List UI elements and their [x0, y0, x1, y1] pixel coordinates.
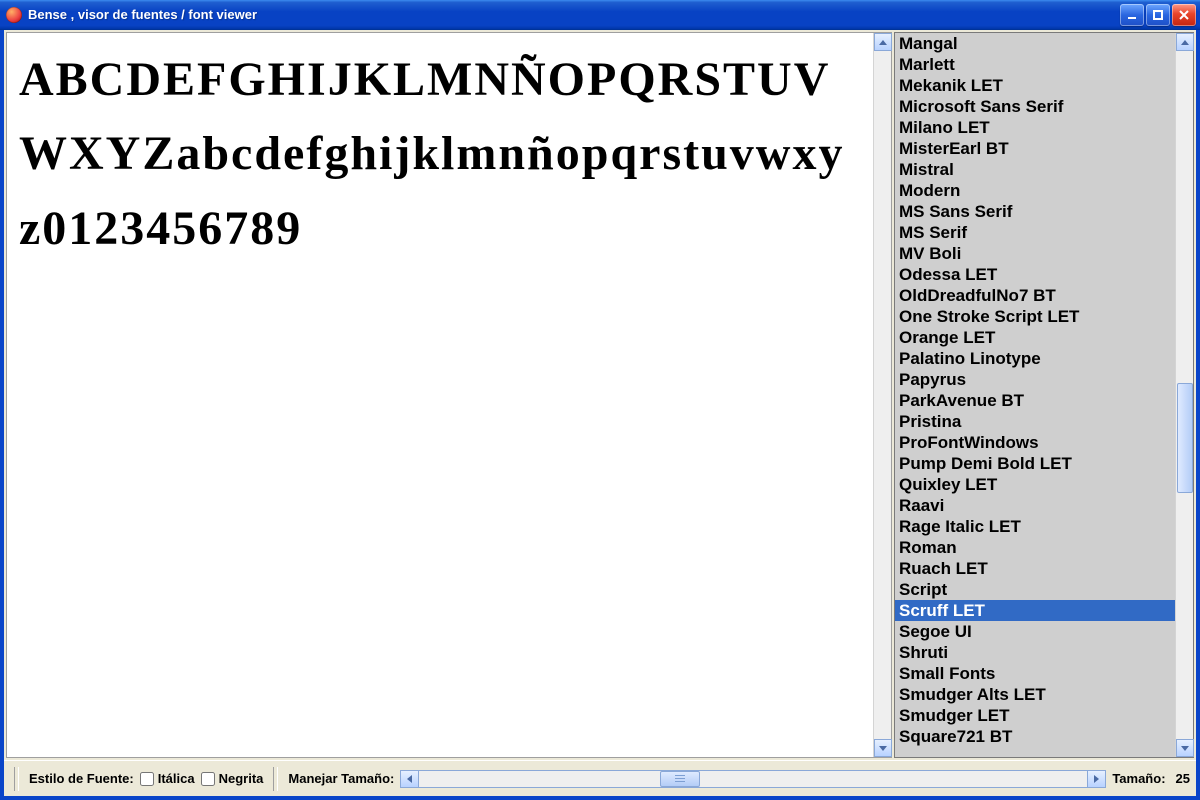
slider-track[interactable] — [419, 771, 1087, 787]
close-button[interactable] — [1172, 4, 1196, 26]
font-list-item[interactable]: MS Sans Serif — [895, 201, 1175, 222]
scroll-down-button[interactable] — [1176, 739, 1194, 757]
title-bar: Bense , visor de fuentes / font viewer — [0, 0, 1200, 30]
bold-checkbox-label[interactable]: Negrita — [201, 771, 264, 786]
bold-label-text: Negrita — [219, 771, 264, 786]
font-list[interactable]: MangalMarlettMekanik LETMicrosoft Sans S… — [895, 33, 1175, 757]
font-list-item[interactable]: Palatino Linotype — [895, 348, 1175, 369]
font-list-item[interactable]: Milano LET — [895, 117, 1175, 138]
close-icon — [1178, 9, 1190, 21]
font-list-item[interactable]: Roman — [895, 537, 1175, 558]
font-list-item[interactable]: ProFontWindows — [895, 432, 1175, 453]
italic-checkbox-label[interactable]: Itálica — [140, 771, 195, 786]
minimize-icon — [1126, 9, 1138, 21]
maximize-button[interactable] — [1146, 4, 1170, 26]
italic-checkbox[interactable] — [140, 772, 154, 786]
font-list-item[interactable]: Orange LET — [895, 327, 1175, 348]
font-preview: ABCDEFGHIJKLMNÑOPQRSTUVWXYZabcdefghijklm… — [7, 33, 873, 757]
font-list-pane: MangalMarlettMekanik LETMicrosoft Sans S… — [894, 32, 1194, 758]
main-split: ABCDEFGHIJKLMNÑOPQRSTUVWXYZabcdefghijklm… — [4, 30, 1196, 760]
preview-pane: ABCDEFGHIJKLMNÑOPQRSTUVWXYZabcdefghijklm… — [6, 32, 892, 758]
scroll-up-button[interactable] — [874, 33, 892, 51]
font-list-item[interactable]: Mangal — [895, 33, 1175, 54]
size-value: 25 — [1176, 771, 1190, 786]
slider-thumb[interactable] — [660, 771, 700, 787]
size-slider[interactable] — [400, 770, 1106, 788]
font-list-item[interactable]: Scruff LET — [895, 600, 1175, 621]
size-readout-label: Tamaño: — [1112, 771, 1165, 786]
window-title: Bense , visor de fuentes / font viewer — [28, 7, 1120, 22]
slider-increment-button[interactable] — [1087, 771, 1105, 787]
scrollbar-thumb[interactable] — [1177, 383, 1193, 493]
font-list-item[interactable]: Mekanik LET — [895, 75, 1175, 96]
preview-scrollbar[interactable] — [873, 33, 891, 757]
font-list-item[interactable]: One Stroke Script LET — [895, 306, 1175, 327]
font-list-item[interactable]: Raavi — [895, 495, 1175, 516]
font-list-item[interactable]: Rage Italic LET — [895, 516, 1175, 537]
font-list-item[interactable]: Shruti — [895, 642, 1175, 663]
font-list-item[interactable]: Pristina — [895, 411, 1175, 432]
font-list-item[interactable]: MisterEarl BT — [895, 138, 1175, 159]
font-list-item[interactable]: Marlett — [895, 54, 1175, 75]
status-bar: Estilo de Fuente: Itálica Negrita Maneja… — [4, 760, 1196, 796]
bold-checkbox[interactable] — [201, 772, 215, 786]
font-list-item[interactable]: Square721 BT — [895, 726, 1175, 747]
font-list-item[interactable]: Pump Demi Bold LET — [895, 453, 1175, 474]
font-list-item[interactable]: Quixley LET — [895, 474, 1175, 495]
font-style-label: Estilo de Fuente: — [29, 771, 134, 786]
app-icon — [6, 7, 22, 23]
font-list-item[interactable]: Segoe UI — [895, 621, 1175, 642]
font-list-item[interactable]: MS Serif — [895, 222, 1175, 243]
font-list-item[interactable]: Papyrus — [895, 369, 1175, 390]
scroll-up-button[interactable] — [1176, 33, 1194, 51]
font-list-item[interactable]: OldDreadfulNo7 BT — [895, 285, 1175, 306]
separator — [273, 767, 278, 791]
client-area: ABCDEFGHIJKLMNÑOPQRSTUVWXYZabcdefghijklm… — [0, 30, 1200, 800]
size-control-label: Manejar Tamaño: — [288, 771, 394, 786]
italic-label-text: Itálica — [158, 771, 195, 786]
font-list-item[interactable]: Smudger Alts LET — [895, 684, 1175, 705]
minimize-button[interactable] — [1120, 4, 1144, 26]
font-list-item[interactable]: Ruach LET — [895, 558, 1175, 579]
font-list-item[interactable]: Microsoft Sans Serif — [895, 96, 1175, 117]
slider-decrement-button[interactable] — [401, 771, 419, 787]
font-list-item[interactable]: MV Boli — [895, 243, 1175, 264]
sample-text: ABCDEFGHIJKLMNÑOPQRSTUVWXYZabcdefghijklm… — [19, 43, 867, 266]
maximize-icon — [1152, 9, 1164, 21]
font-list-item[interactable]: Odessa LET — [895, 264, 1175, 285]
font-list-item[interactable]: Script — [895, 579, 1175, 600]
font-list-scrollbar[interactable] — [1175, 33, 1193, 757]
window-controls — [1120, 4, 1196, 26]
font-list-item[interactable]: Mistral — [895, 159, 1175, 180]
font-list-item[interactable]: Smudger LET — [895, 705, 1175, 726]
font-list-item[interactable]: Small Fonts — [895, 663, 1175, 684]
separator — [14, 767, 19, 791]
font-list-item[interactable]: ParkAvenue BT — [895, 390, 1175, 411]
font-list-item[interactable]: Modern — [895, 180, 1175, 201]
scroll-down-button[interactable] — [874, 739, 892, 757]
